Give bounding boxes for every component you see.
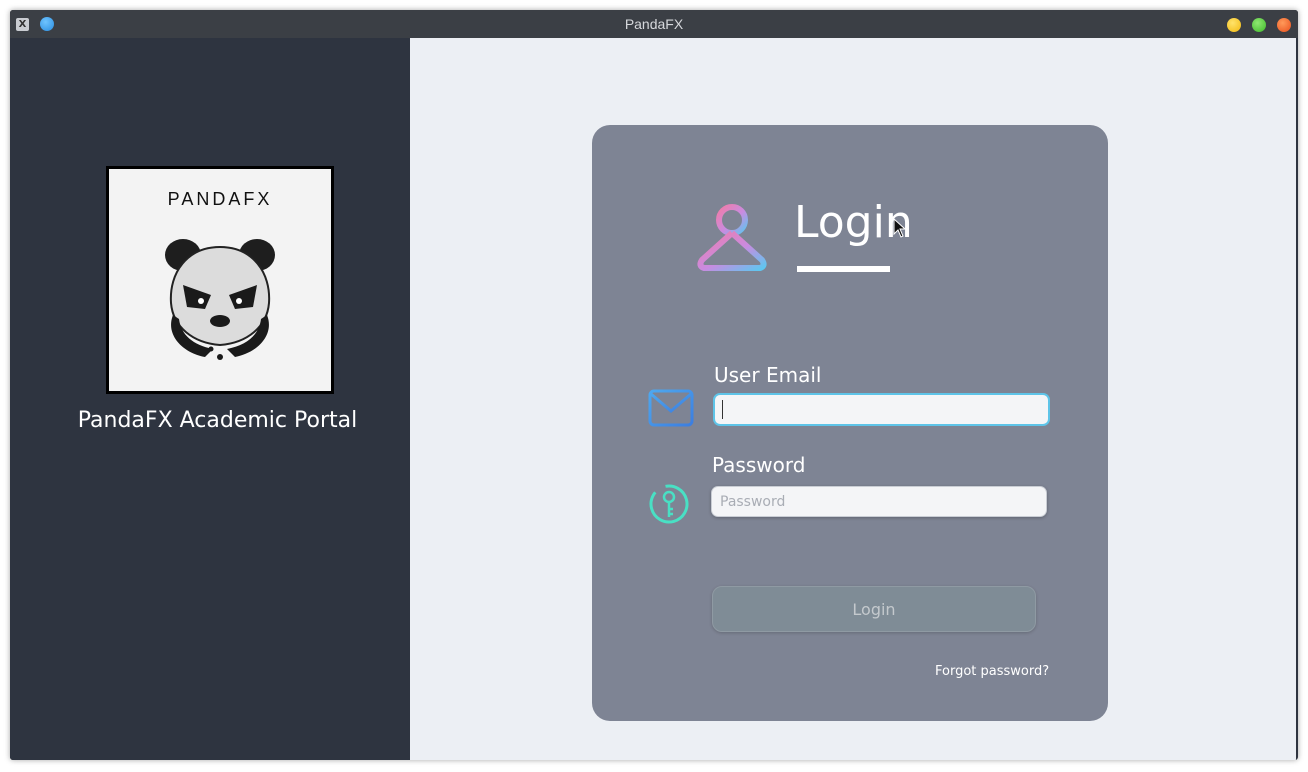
password-input[interactable] xyxy=(711,486,1047,517)
maximize-button[interactable] xyxy=(1252,18,1266,32)
pandafx-logo: PANDAFX xyxy=(106,166,334,394)
email-label: User Email xyxy=(714,363,822,387)
heading-underline xyxy=(797,266,890,272)
app-window: X PandaFX PANDAFX PandaFX Academic Porta… xyxy=(10,10,1298,760)
main-panel: Login User Email Password Login Forgot p… xyxy=(410,38,1296,760)
portal-title: PandaFX Academic Portal xyxy=(77,408,358,433)
mouse-cursor-icon xyxy=(893,218,907,238)
text-caret xyxy=(722,400,723,419)
user-icon xyxy=(697,204,767,271)
login-card: Login User Email Password Login Forgot p… xyxy=(592,125,1108,721)
email-input[interactable] xyxy=(713,393,1050,426)
close-button[interactable] xyxy=(1277,18,1291,32)
mail-icon xyxy=(648,389,694,427)
login-button[interactable]: Login xyxy=(712,586,1036,632)
password-label: Password xyxy=(712,453,806,477)
sidebar: PANDAFX PandaFX Academic Portal xyxy=(10,38,410,760)
forgot-password-link[interactable]: Forgot password? xyxy=(935,664,1049,679)
window-title: PandaFX xyxy=(624,16,684,32)
minimize-button[interactable] xyxy=(1227,18,1241,32)
panda-icon xyxy=(165,239,275,360)
title-bar[interactable]: X PandaFX xyxy=(10,10,1298,38)
logo-text: PANDAFX xyxy=(167,189,273,209)
key-icon xyxy=(649,484,689,524)
